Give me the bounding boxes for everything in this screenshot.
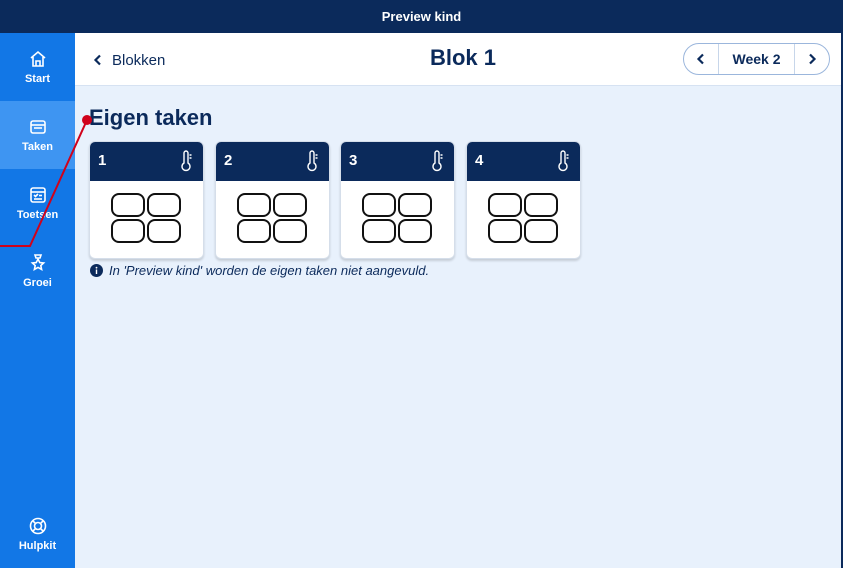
sidebar-item-label: Start [24,73,51,85]
next-week-button[interactable] [795,44,829,74]
sidebar-item-hulpkit[interactable]: Hulpkit [0,500,75,568]
week-label: Week 2 [718,44,795,74]
preview-banner-label: Preview kind [381,9,462,24]
tasks-icon [29,120,46,134]
week-selector: Week 2 [683,43,830,75]
sidebar-item-toetsen[interactable]: Toetsen [0,169,75,237]
task-card-header: 3 [341,142,454,181]
sidebar-item-label: Groei [23,277,52,289]
task-card-number: 3 [349,152,358,169]
sidebar: Start Taken Toetsen Groei Hulpkit [0,33,75,568]
task-card-header: 2 [216,142,329,181]
sidebar-item-taken[interactable]: Taken [0,101,75,169]
chevron-left-icon [696,53,704,65]
task-card-number: 2 [224,152,233,169]
section-title: Eigen taken [89,105,213,130]
task-card[interactable]: 1 [89,141,204,259]
grid-icon [362,193,432,243]
grid-icon [488,193,558,243]
task-card-number: 4 [475,152,484,169]
grid-icon [237,193,307,243]
chevron-left-icon [93,54,101,66]
page-title: Blok 1 [429,45,497,70]
task-card[interactable]: 2 [215,141,330,259]
grid-icon [111,193,181,243]
tests-icon [29,187,46,203]
info-icon [90,264,103,277]
back-link-label: Blokken [112,51,166,69]
previous-week-button[interactable] [684,44,718,74]
task-card[interactable]: 3 [340,141,455,259]
thermometer-icon [307,150,318,172]
page-header: Blokken Blok 1 Week 2 [75,33,841,86]
preview-banner: Preview kind [0,0,843,33]
app-window: Preview kind Start Taken Toetsen Groei H… [0,0,843,568]
sidebar-item-label: Taken [22,141,53,153]
lifebuoy-icon [29,517,46,535]
thermometer-icon [432,150,443,172]
task-card[interactable]: 4 [466,141,581,259]
info-note: In 'Preview kind' worden de eigen taken … [90,263,429,278]
award-icon [30,254,45,271]
info-note-text: In 'Preview kind' worden de eigen taken … [109,263,430,278]
task-card-header: 4 [467,142,580,181]
thermometer-icon [181,150,192,172]
chevron-right-icon [809,53,817,65]
back-to-blokken-link[interactable]: Blokken [92,49,165,71]
sidebar-item-label: Hulpkit [18,540,57,552]
thermometer-icon [558,150,569,172]
sidebar-item-start[interactable]: Start [0,33,75,101]
task-card-number: 1 [98,152,107,169]
main-content: Blokken Blok 1 Week 2 Eigen taken 1 2 3 … [75,33,841,568]
task-card-header: 1 [90,142,203,181]
sidebar-item-label: Toetsen [16,209,59,221]
sidebar-item-groei[interactable]: Groei [0,237,75,305]
home-icon [29,50,46,67]
